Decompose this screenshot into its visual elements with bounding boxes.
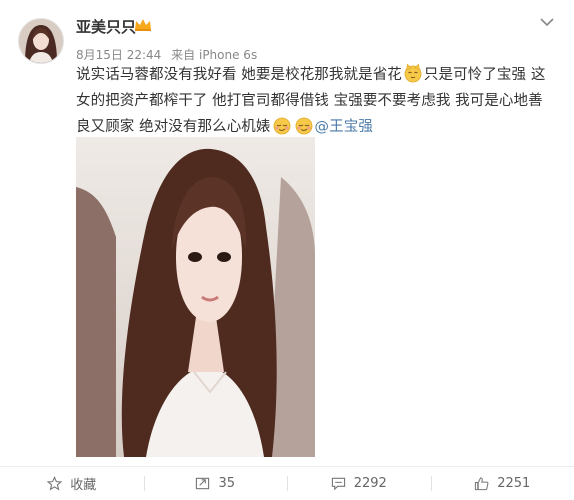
like-button[interactable]: 2251: [430, 467, 574, 500]
action-bar: 收藏 35 2292 2251: [0, 467, 574, 500]
weibo-post: 亚美只只 8月15日 22:44 来自 iPhone 6s 说实话马蓉都没有我好…: [0, 0, 574, 500]
username[interactable]: 亚美只只: [76, 16, 136, 37]
chevron-down-icon[interactable]: [540, 17, 554, 27]
member-crown-icon: [135, 19, 151, 31]
repost-count: 35: [218, 476, 236, 491]
post-text-segment: 说实话马蓉都没有我好看 她要是校花那我就是省花: [76, 67, 402, 83]
repost-button[interactable]: 35: [143, 467, 288, 500]
repost-icon: [196, 477, 210, 490]
star-icon: [47, 476, 63, 491]
post-text: 说实话马蓉都没有我好看 她要是校花那我就是省花 只是可怜了宝强 这女的把资产都榨干…: [76, 62, 556, 140]
post-meta: 8月15日 22:44 来自 iPhone 6s: [76, 46, 257, 63]
favorite-label: 收藏: [70, 478, 97, 493]
post-source-prefix: 来自: [171, 48, 196, 62]
avatar-image: [19, 19, 63, 63]
avatar[interactable]: [18, 18, 64, 64]
mention-link[interactable]: @王宝强: [315, 119, 373, 135]
comment-icon: [331, 477, 345, 491]
like-count: 2251: [497, 476, 531, 491]
thumbs-up-icon: [475, 477, 489, 491]
comment-count: 2292: [353, 476, 387, 491]
smirk-face-icon: [295, 117, 312, 135]
smirk-face-icon: [273, 117, 290, 135]
favorite-button[interactable]: 收藏: [0, 467, 144, 500]
cat-face-icon: [404, 63, 422, 83]
post-date: 8月15日 22:44: [76, 48, 162, 62]
post-photo[interactable]: [76, 137, 315, 457]
comment-button[interactable]: 2292: [287, 467, 431, 500]
photo-image: [76, 137, 315, 457]
post-source[interactable]: iPhone 6s: [199, 48, 257, 62]
